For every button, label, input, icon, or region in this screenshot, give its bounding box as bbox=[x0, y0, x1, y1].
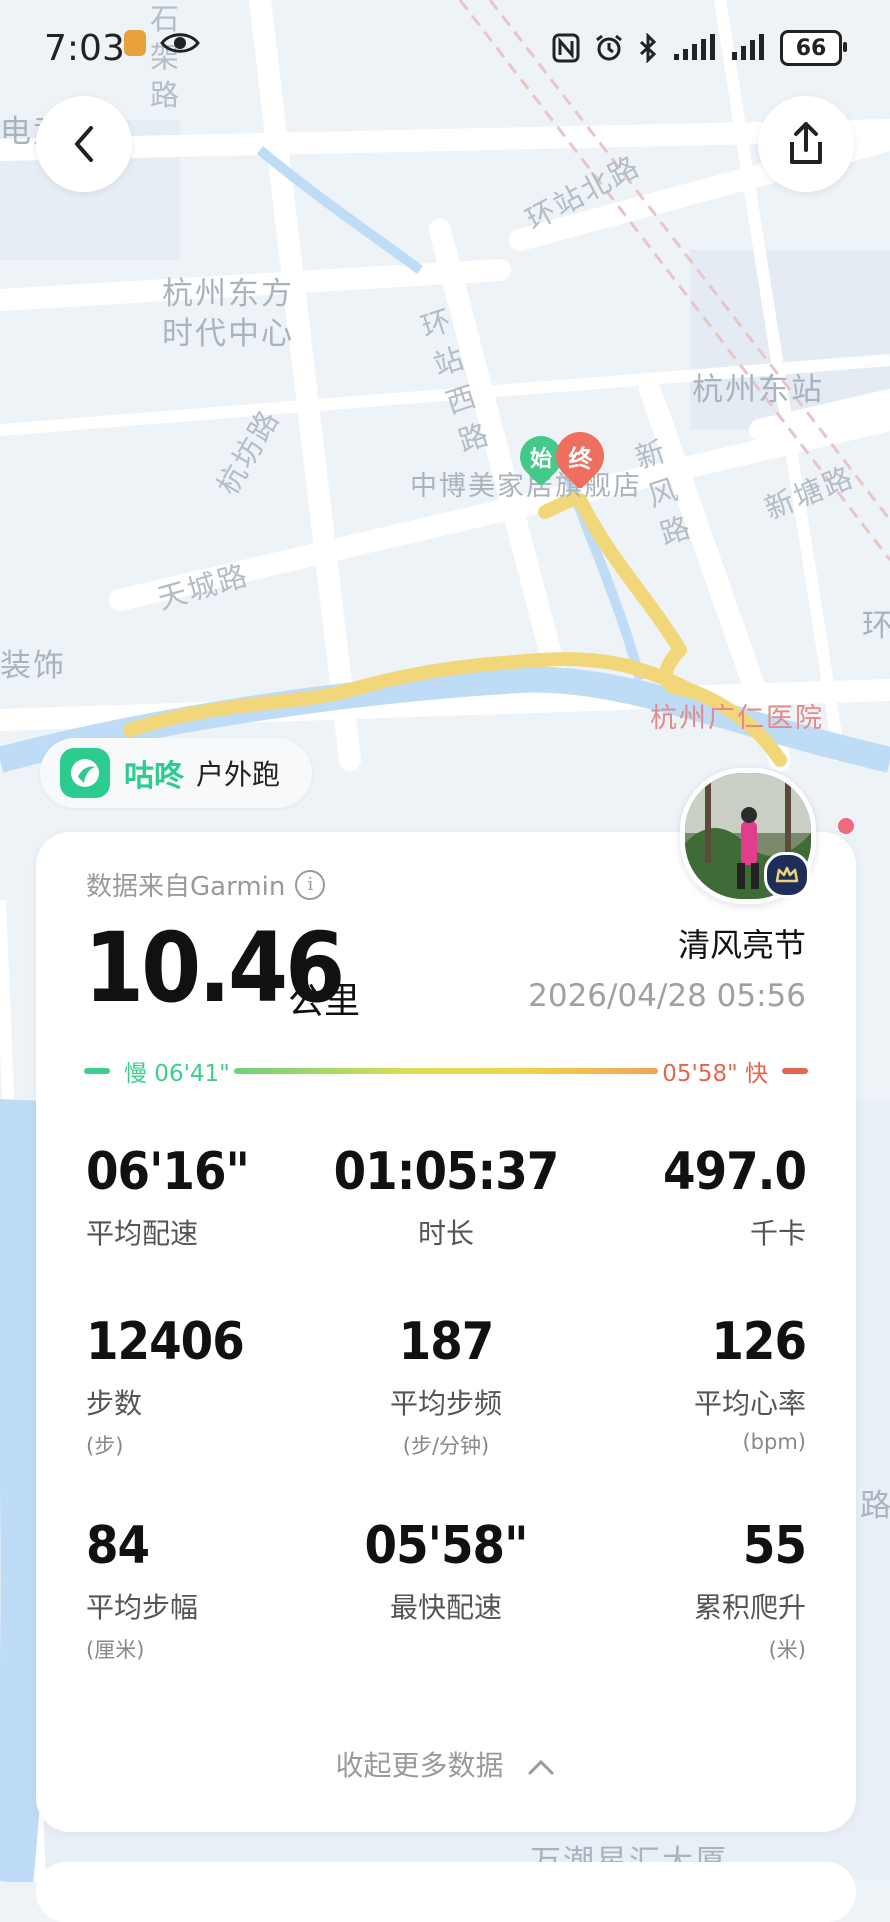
back-button[interactable] bbox=[36, 96, 132, 192]
stat-value: 497.0 bbox=[663, 1142, 807, 1202]
username: 清风亮节 bbox=[677, 926, 806, 964]
battery-level: 66 bbox=[795, 35, 827, 61]
map-label: 环 bbox=[862, 608, 890, 644]
signal-icon-2 bbox=[732, 34, 764, 60]
bluetooth-icon bbox=[639, 33, 657, 63]
collapse-label: 收起更多数据 bbox=[335, 1749, 504, 1782]
app-badge: 咕咚 户外跑 bbox=[40, 738, 312, 808]
collapse-more-button[interactable]: 收起更多数据 bbox=[36, 1744, 856, 1784]
pace-range-bar: 慢 06'41" 05'58" 快 bbox=[84, 1050, 808, 1090]
nfc-icon bbox=[552, 33, 580, 63]
stat-avg-pace: 06'16" 平均配速 bbox=[86, 1142, 326, 1252]
stat-heart-rate: 126 平均心率 (bpm) bbox=[566, 1312, 807, 1454]
stat-label: 平均步频 bbox=[389, 1387, 502, 1420]
summary-card: 数据来自Garmin i 10.46 公里 清风亮节 2026/04/28 05… bbox=[36, 832, 856, 1832]
map-label: 路 bbox=[860, 1488, 890, 1524]
codoon-logo-icon bbox=[60, 748, 110, 798]
info-icon[interactable]: i bbox=[295, 869, 326, 900]
stat-duration: 01:05:37 时长 bbox=[326, 1142, 566, 1252]
stat-label: 步数 bbox=[86, 1387, 143, 1420]
crown-badge-icon bbox=[764, 852, 810, 898]
stat-value: 126 bbox=[711, 1312, 807, 1372]
stat-value: 12406 bbox=[86, 1312, 245, 1372]
stat-value: 01:05:37 bbox=[333, 1142, 560, 1202]
map-label: 杭州广仁医院 bbox=[650, 703, 824, 734]
stat-label: 累积爬升 bbox=[693, 1591, 806, 1624]
stat-unit: (步/分钟) bbox=[402, 1434, 490, 1458]
stat-unit: (步) bbox=[86, 1434, 124, 1458]
stat-label: 平均步幅 bbox=[86, 1591, 199, 1624]
pace-bar-end bbox=[782, 1068, 808, 1074]
stat-value: 55 bbox=[742, 1516, 807, 1576]
stat-label: 千卡 bbox=[749, 1217, 806, 1250]
stat-value: 187 bbox=[398, 1312, 495, 1372]
battery-icon: 66 bbox=[780, 30, 847, 66]
chevron-up-icon bbox=[528, 1759, 554, 1775]
stat-cadence: 187 平均步频 (步/分钟) bbox=[326, 1312, 566, 1460]
activity-type: 户外跑 bbox=[196, 758, 281, 791]
stat-calories: 497.0 千卡 bbox=[566, 1142, 807, 1252]
pace-gradient bbox=[234, 1068, 658, 1074]
share-icon bbox=[790, 122, 822, 164]
data-source: 数据来自Garmin i bbox=[86, 866, 326, 903]
end-marker-label: 终 bbox=[568, 444, 592, 473]
stat-unit: (米) bbox=[768, 1638, 806, 1662]
distance-unit: 公里 bbox=[288, 981, 361, 1022]
stat-steps: 12406 步数 (步) bbox=[86, 1312, 326, 1460]
pace-bar-start bbox=[84, 1068, 110, 1074]
map-label: 杭州东站 bbox=[692, 372, 824, 408]
share-button[interactable] bbox=[758, 96, 854, 192]
chevron-left-icon bbox=[75, 126, 93, 162]
slow-pace-label: 慢 06'41" bbox=[124, 1061, 230, 1087]
fast-pace-label: 05'58" 快 bbox=[662, 1061, 768, 1087]
map-label: 装饰 bbox=[0, 648, 66, 684]
eye-icon bbox=[160, 33, 200, 53]
notification-icon bbox=[124, 30, 146, 56]
stat-label: 平均心率 bbox=[693, 1387, 806, 1420]
alarm-icon bbox=[596, 34, 622, 61]
status-time: 7:03 bbox=[44, 28, 125, 69]
app-brand: 咕咚 bbox=[124, 759, 184, 794]
activity-datetime: 2026/04/28 05:56 bbox=[528, 978, 806, 1014]
stat-unit: (bpm) bbox=[742, 1430, 806, 1454]
stat-label: 最快配速 bbox=[389, 1591, 502, 1624]
status-bar: 7:03 66 bbox=[0, 0, 890, 100]
stat-value: 84 bbox=[86, 1516, 150, 1576]
stat-elevation: 55 累积爬升 (米) bbox=[566, 1516, 807, 1664]
stat-unit: (厘米) bbox=[86, 1638, 145, 1662]
map-label: 杭州东方 bbox=[162, 276, 294, 312]
next-card-peek bbox=[36, 1862, 856, 1922]
map-label: 时代中心 bbox=[162, 316, 294, 352]
stat-stride: 84 平均步幅 (厘米) bbox=[86, 1516, 326, 1664]
stat-value: 06'16" bbox=[86, 1142, 250, 1202]
stat-fastest-pace: 05'58" 最快配速 bbox=[326, 1516, 566, 1626]
data-source-label: 数据来自Garmin bbox=[86, 872, 286, 902]
signal-icon bbox=[674, 34, 715, 60]
start-marker-label: 始 bbox=[529, 447, 553, 473]
stat-label: 时长 bbox=[417, 1217, 474, 1250]
stat-value: 05'58" bbox=[364, 1516, 529, 1576]
stat-label: 平均配速 bbox=[86, 1217, 199, 1250]
